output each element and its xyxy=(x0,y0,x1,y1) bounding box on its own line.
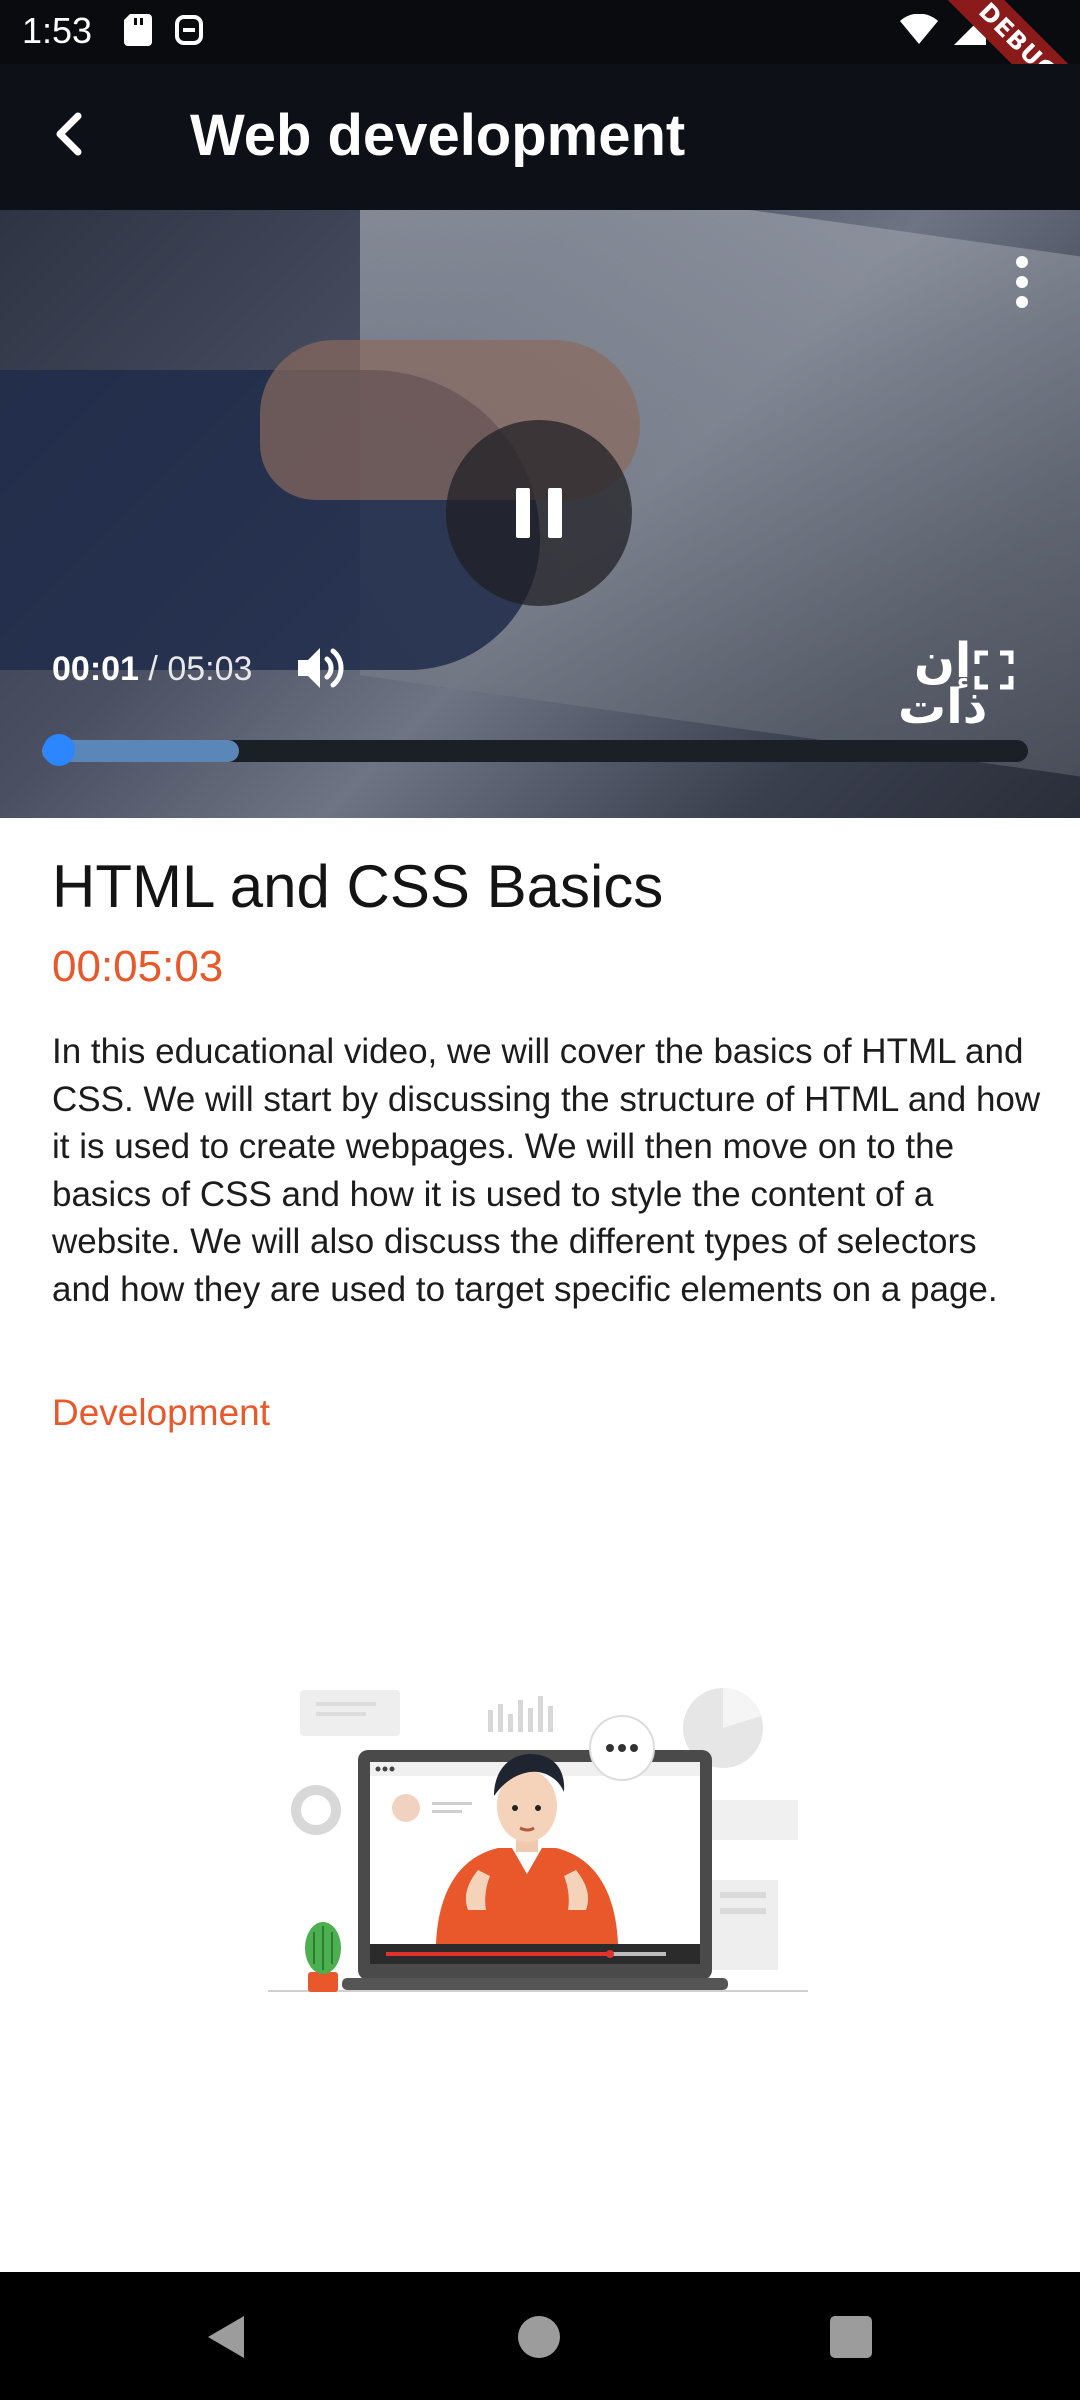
time-readout: 00:01 / 05:03 xyxy=(52,650,252,689)
video-description: In this educational video, we will cover… xyxy=(52,1032,1041,1309)
presenter-illustration xyxy=(268,1688,808,1992)
nav-home-icon[interactable] xyxy=(518,2316,560,2358)
nav-back-icon[interactable] xyxy=(204,2314,250,2360)
pause-icon xyxy=(516,488,562,538)
category-tag[interactable]: Development xyxy=(52,1392,270,1434)
status-time: 1:53 xyxy=(22,10,93,51)
app-bar: Web development xyxy=(0,64,1080,210)
watermark-line-2: ذات xyxy=(898,679,988,735)
pause-button[interactable] xyxy=(446,420,632,606)
video-player[interactable]: 00:01 / 05:03 إن ذات xyxy=(0,210,1080,818)
status-icons-left xyxy=(124,14,204,46)
system-nav-bar xyxy=(0,2272,1080,2400)
nav-recents-icon[interactable] xyxy=(830,2316,872,2358)
volume-icon[interactable] xyxy=(294,642,346,694)
fullscreen-icon[interactable] xyxy=(974,650,1014,690)
sd-card-icon xyxy=(124,14,152,46)
back-arrow-icon[interactable] xyxy=(42,104,102,164)
notification-icon xyxy=(175,15,203,45)
time-separator: / xyxy=(148,650,158,688)
total-time: 05:03 xyxy=(167,650,253,688)
wifi-icon xyxy=(900,14,938,44)
more-vertical-icon[interactable] xyxy=(1012,252,1032,312)
seek-bar-thumb[interactable] xyxy=(43,734,75,766)
page-title: Web development xyxy=(190,103,686,168)
video-title: HTML and CSS Basics xyxy=(52,853,664,920)
current-time: 00:01 xyxy=(52,650,139,688)
status-bar: 1:53 DEBUG xyxy=(0,0,1080,141)
video-duration: 00:05:03 xyxy=(52,942,224,991)
